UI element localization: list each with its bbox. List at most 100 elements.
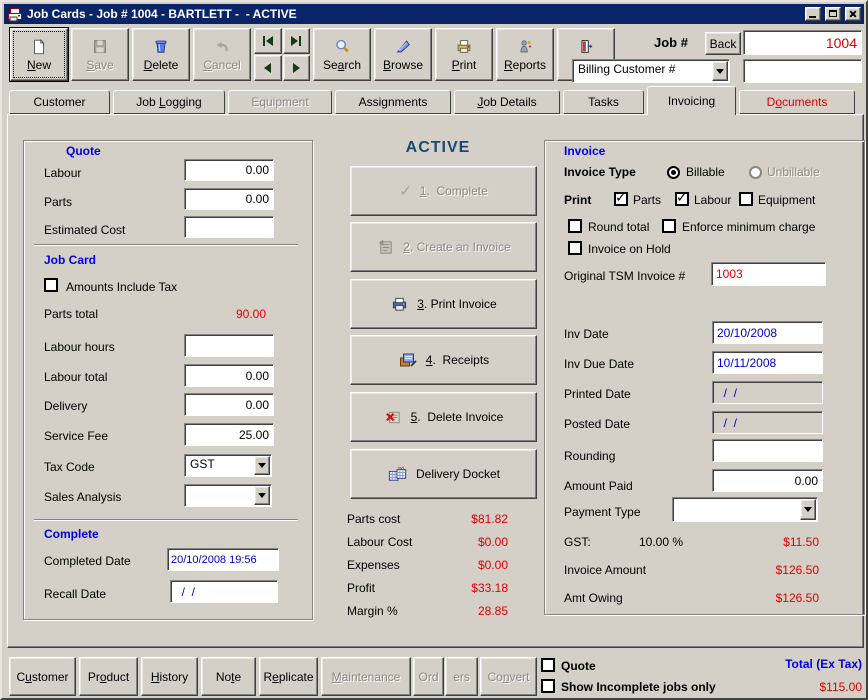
delete-button[interactable]: Delete [132, 28, 190, 81]
tab-job-details[interactable]: Job Details [454, 90, 560, 114]
lookup-value-field[interactable] [743, 59, 862, 83]
delete-button-label: Delete [144, 58, 179, 72]
history-button[interactable]: History [141, 657, 198, 696]
rounding-field[interactable] [712, 439, 823, 462]
invoice-on-hold-checkbox[interactable] [568, 241, 582, 255]
quote-labour-field[interactable] [184, 159, 274, 181]
labour-total-field[interactable] [184, 364, 274, 387]
payment-type-combo[interactable] [672, 497, 818, 522]
step-receipts-button[interactable]: 4. Receipts [350, 335, 537, 385]
print-equipment-label: Equipment [758, 193, 815, 207]
step-create-invoice-label: 2. Create an Invoice [403, 240, 510, 254]
browse-icon [394, 38, 412, 55]
labour-hours-label: Labour hours [44, 340, 115, 354]
invoice-amount-value: $126.50 [715, 563, 819, 577]
reports-button-label: Reports [504, 58, 546, 72]
new-button[interactable]: New [10, 28, 68, 81]
labour-hours-field[interactable] [184, 334, 274, 357]
tab-assignments[interactable]: Assignments [335, 90, 451, 114]
window-title: Job Cards - Job # 1004 - BARTLETT - - AC… [27, 7, 801, 21]
save-button: Save [71, 28, 129, 81]
total-ex-tax-value: $115.00 [722, 680, 862, 694]
inv-date-label: Inv Date [564, 327, 609, 341]
delivery-docket-icon [387, 465, 408, 483]
close-button[interactable] [845, 7, 861, 21]
invoice-pad-icon [376, 239, 395, 256]
tab-invoicing[interactable]: Invoicing [647, 86, 736, 115]
print-equipment-checkbox[interactable] [739, 192, 753, 206]
amounts-include-tax-checkbox[interactable] [44, 278, 58, 292]
step-complete-label: 1. Complete [420, 184, 488, 198]
last-record-button[interactable] [283, 28, 311, 54]
search-button[interactable]: Search [313, 28, 371, 81]
service-fee-field[interactable] [184, 423, 274, 446]
minimize-button[interactable] [805, 7, 821, 21]
inv-date-field[interactable] [712, 321, 823, 344]
reports-icon [516, 38, 534, 55]
replicate-button[interactable]: Replicate [259, 657, 318, 696]
record-navigation [254, 28, 310, 81]
tax-code-combo[interactable]: GST [184, 454, 272, 477]
show-incomplete-checkbox[interactable] [541, 679, 555, 693]
save-button-label: Save [86, 58, 113, 72]
delete-trash-icon [152, 38, 170, 55]
sales-analysis-dropdown-button[interactable] [254, 486, 270, 505]
next-record-button[interactable] [283, 55, 311, 81]
tab-job-logging[interactable]: Job Logging [113, 90, 225, 114]
delivery-field[interactable] [184, 393, 274, 416]
amounts-include-tax-label: Amounts Include Tax [66, 280, 177, 294]
tax-code-dropdown-button[interactable] [254, 456, 270, 475]
parts-total-label: Parts total [44, 307, 98, 321]
job-number-field[interactable] [743, 30, 862, 55]
job-cards-window: Job Cards - Job # 1004 - BARTLETT - - AC… [0, 0, 868, 700]
invoice-header: Invoice [564, 144, 605, 158]
payment-type-dropdown-button[interactable] [800, 499, 816, 520]
maximize-button[interactable] [825, 7, 841, 21]
invoice-type-label: Invoice Type [564, 165, 636, 179]
orders-button-right: ers [445, 657, 478, 696]
inv-due-date-label: Inv Due Date [564, 357, 634, 371]
labour-label: Labour [44, 166, 81, 180]
quote-checkbox[interactable] [541, 658, 555, 672]
margin-label: Margin % [347, 604, 398, 618]
delete-invoice-icon [384, 409, 403, 426]
sales-analysis-combo[interactable] [184, 484, 272, 507]
recall-date-field[interactable] [170, 580, 278, 603]
reports-button[interactable]: Reports [496, 28, 554, 81]
step-print-invoice-button[interactable]: 3. Print Invoice [350, 279, 537, 329]
lookup-mode-combo[interactable]: Billing Customer # [572, 59, 730, 83]
print-button[interactable]: Print [435, 28, 493, 81]
previous-record-button[interactable] [254, 55, 282, 81]
print-parts-checkbox[interactable]: ✓ [614, 192, 628, 206]
round-total-checkbox[interactable] [568, 219, 582, 233]
invoicing-tab-page: Quote Labour Parts Estimated Cost Job Ca… [7, 114, 864, 648]
estimated-cost-field[interactable] [184, 216, 274, 238]
quote-parts-field[interactable] [184, 188, 274, 210]
parts-label: Parts [44, 195, 72, 209]
back-button[interactable]: Back [705, 32, 741, 55]
toolbar: New Save Delete Cancel [10, 28, 615, 81]
delivery-docket-button[interactable]: Delivery Docket [350, 449, 537, 499]
original-tsm-invoice-field[interactable] [711, 262, 826, 286]
inv-due-date-field[interactable] [712, 351, 823, 374]
convert-button: Convert [480, 657, 537, 696]
billable-radio[interactable] [667, 166, 680, 179]
customer-button[interactable]: Customer [9, 657, 76, 696]
tab-tasks[interactable]: Tasks [563, 90, 644, 114]
tab-documents[interactable]: Documents [739, 90, 855, 114]
browse-button[interactable]: Browse [374, 28, 432, 81]
enforce-minimum-checkbox[interactable] [662, 219, 676, 233]
delivery-label: Delivery [44, 399, 87, 413]
product-button[interactable]: Product [79, 657, 138, 696]
note-button[interactable]: Note [201, 657, 256, 696]
lookup-mode-dropdown-button[interactable] [712, 61, 728, 81]
first-record-button[interactable] [254, 28, 282, 54]
print-labour-checkbox[interactable]: ✓ [675, 192, 689, 206]
step-receipts-label: 4. Receipts [426, 353, 489, 367]
step-delete-invoice-button[interactable]: 5. Delete Invoice [350, 392, 537, 442]
rounding-label: Rounding [564, 449, 615, 463]
completed-date-field[interactable] [167, 548, 279, 571]
amount-paid-field[interactable] [712, 469, 823, 492]
save-floppy-icon [91, 38, 109, 55]
tab-customer[interactable]: Customer [9, 90, 110, 114]
